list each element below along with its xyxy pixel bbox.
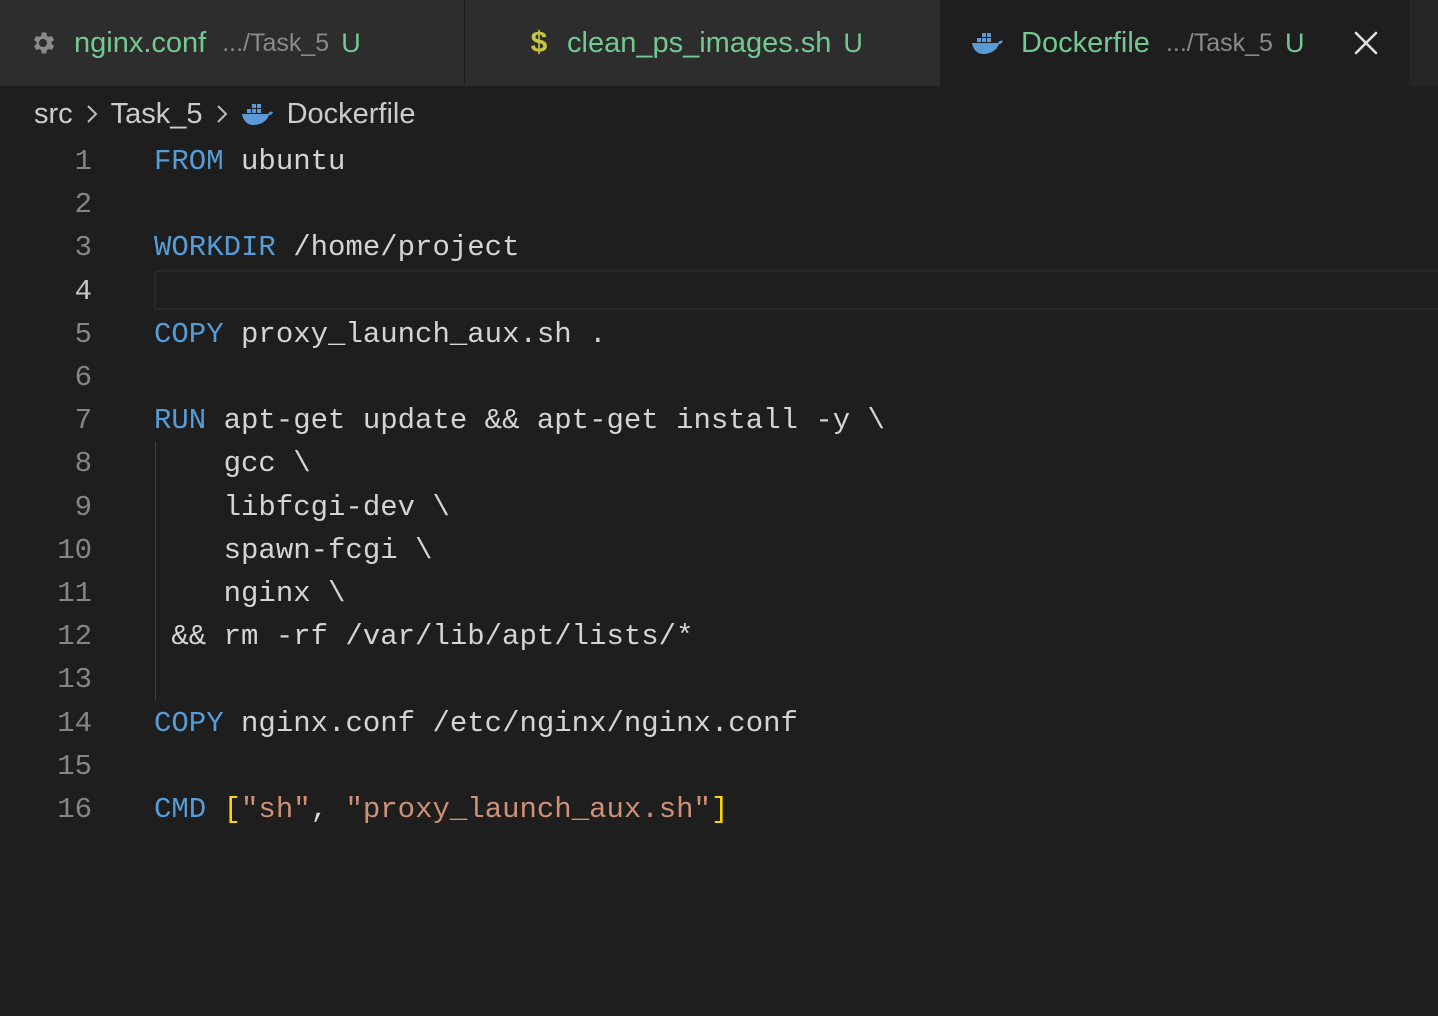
line-code: spawn-fcgi \	[154, 529, 433, 572]
code-line[interactable]: 11 nginx \	[0, 572, 1438, 615]
chevron-right-icon	[83, 101, 101, 127]
gear-icon	[28, 28, 58, 58]
code-line[interactable]: 6	[0, 356, 1438, 399]
code-line[interactable]: 7 RUN apt-get update && apt-get install -…	[0, 399, 1438, 442]
line-number: 14	[57, 706, 92, 740]
code-line[interactable]: 1 FROM ubuntu	[0, 140, 1438, 183]
bracket-token: [	[223, 793, 242, 826]
tab-dockerfile[interactable]: Dockerfile .../Task_5 U	[941, 0, 1408, 86]
code-token: /home/project	[275, 231, 520, 265]
code-line[interactable]: 16 CMD ["sh", "proxy_launch_aux.sh"]	[0, 788, 1438, 831]
code-token: proxy_launch_aux.sh .	[223, 317, 607, 351]
line-number: 1	[74, 145, 92, 178]
docker-whale-icon	[241, 101, 275, 127]
docker-whale-icon	[971, 30, 1005, 56]
breadcrumb-item-src[interactable]: src	[34, 98, 73, 131]
line-code: FROM ubuntu	[154, 140, 345, 183]
line-number: 7	[74, 404, 92, 438]
code-token: apt-get update && apt-get install -y \	[206, 404, 885, 438]
code-line[interactable]: 13	[0, 658, 1438, 701]
punctuation-token: ,	[310, 793, 346, 826]
untracked-badge: U	[1284, 27, 1305, 58]
untracked-badge: U	[341, 27, 361, 58]
code-token: gcc \	[154, 447, 311, 481]
line-number: 8	[74, 447, 92, 481]
line-number: 5	[74, 317, 92, 351]
breadcrumb: src Task_5 Dockerfile	[34, 92, 416, 136]
line-number: 13	[57, 663, 92, 697]
bracket-token: ]	[710, 793, 729, 826]
code-token: && rm -rf /var/lib/apt/lists/*	[154, 620, 694, 654]
breadcrumb-label: Dockerfile	[286, 97, 416, 130]
breadcrumb-item-task5[interactable]: Task_5	[111, 98, 203, 131]
line-number: 10	[57, 533, 92, 567]
code-editor[interactable]: 1 FROM ubuntu 2 3 WORKDIR /home/project 4 5 COP…	[0, 140, 1438, 1016]
close-icon[interactable]	[1347, 24, 1385, 62]
tab-path: .../Task_5	[1165, 28, 1273, 57]
line-number: 6	[74, 361, 92, 394]
chevron-right-icon	[213, 101, 231, 127]
keyword-token: RUN	[154, 404, 207, 438]
line-code: nginx \	[154, 572, 346, 615]
keyword-token: FROM	[154, 145, 224, 178]
line-code: libfcgi-dev \	[154, 486, 450, 529]
untracked-badge: U	[843, 27, 863, 58]
keyword-token: COPY	[154, 317, 224, 351]
code-line[interactable]: 2	[0, 183, 1438, 226]
line-number: 12	[57, 620, 92, 654]
line-number: 9	[74, 490, 92, 524]
code-line[interactable]: 14 COPY nginx.conf /etc/nginx/nginx.conf	[0, 702, 1438, 745]
tab-filename: Dockerfile	[1021, 26, 1150, 59]
line-number: 11	[57, 577, 92, 610]
code-line[interactable]: 9 libfcgi-dev \	[0, 486, 1438, 529]
tab-filename: clean_ps_images.sh	[567, 26, 832, 59]
tab-bar-empty-space	[1408, 0, 1438, 86]
dollar-icon: $	[530, 26, 548, 59]
code-token: spawn-fcgi \	[154, 533, 433, 567]
line-code: WORKDIR /home/project	[154, 226, 519, 269]
tab-filename: nginx.conf	[74, 26, 207, 59]
line-code: RUN apt-get update && apt-get install -y…	[154, 399, 885, 442]
code-token: libfcgi-dev \	[154, 490, 450, 524]
line-code: CMD ["sh", "proxy_launch_aux.sh"]	[154, 788, 728, 831]
code-token: nginx \	[154, 577, 346, 610]
string-token: "sh"	[241, 793, 311, 826]
line-code: COPY nginx.conf /etc/nginx/nginx.conf	[154, 702, 798, 745]
tab-nginx-conf[interactable]: nginx.conf .../Task_5 U	[0, 0, 465, 86]
line-number: 2	[74, 188, 92, 222]
code-line[interactable]: 12 && rm -rf /var/lib/apt/lists/*	[0, 615, 1438, 658]
code-token: nginx.conf /etc/nginx/nginx.conf	[223, 706, 798, 740]
keyword-token: CMD	[154, 793, 207, 826]
line-number: 4	[74, 274, 92, 308]
keyword-token: WORKDIR	[154, 231, 276, 265]
tab-path: .../Task_5	[222, 28, 330, 57]
code-line[interactable]: 4	[0, 270, 1438, 313]
line-code: gcc \	[154, 442, 311, 485]
line-code: COPY proxy_launch_aux.sh .	[154, 313, 607, 356]
breadcrumb-item-dockerfile[interactable]: Dockerfile	[241, 98, 416, 131]
code-line[interactable]: 15	[0, 745, 1438, 788]
line-number: 15	[57, 749, 92, 783]
code-line[interactable]: 10 spawn-fcgi \	[0, 529, 1438, 572]
code-line[interactable]: 8 gcc \	[0, 442, 1438, 485]
code-line[interactable]: 3 WORKDIR /home/project	[0, 226, 1438, 269]
tab-bar: nginx.conf .../Task_5 U $ clean_ps_image…	[0, 0, 1438, 86]
tab-clean-ps-images[interactable]: $ clean_ps_images.sh U	[465, 0, 941, 86]
string-token: "proxy_launch_aux.sh"	[345, 793, 711, 826]
code-line[interactable]: 5 COPY proxy_launch_aux.sh .	[0, 313, 1438, 356]
line-code: && rm -rf /var/lib/apt/lists/*	[154, 615, 694, 658]
code-token: ubuntu	[223, 145, 346, 178]
keyword-token: COPY	[154, 706, 224, 740]
line-number: 16	[57, 793, 92, 826]
line-number: 3	[74, 231, 92, 265]
